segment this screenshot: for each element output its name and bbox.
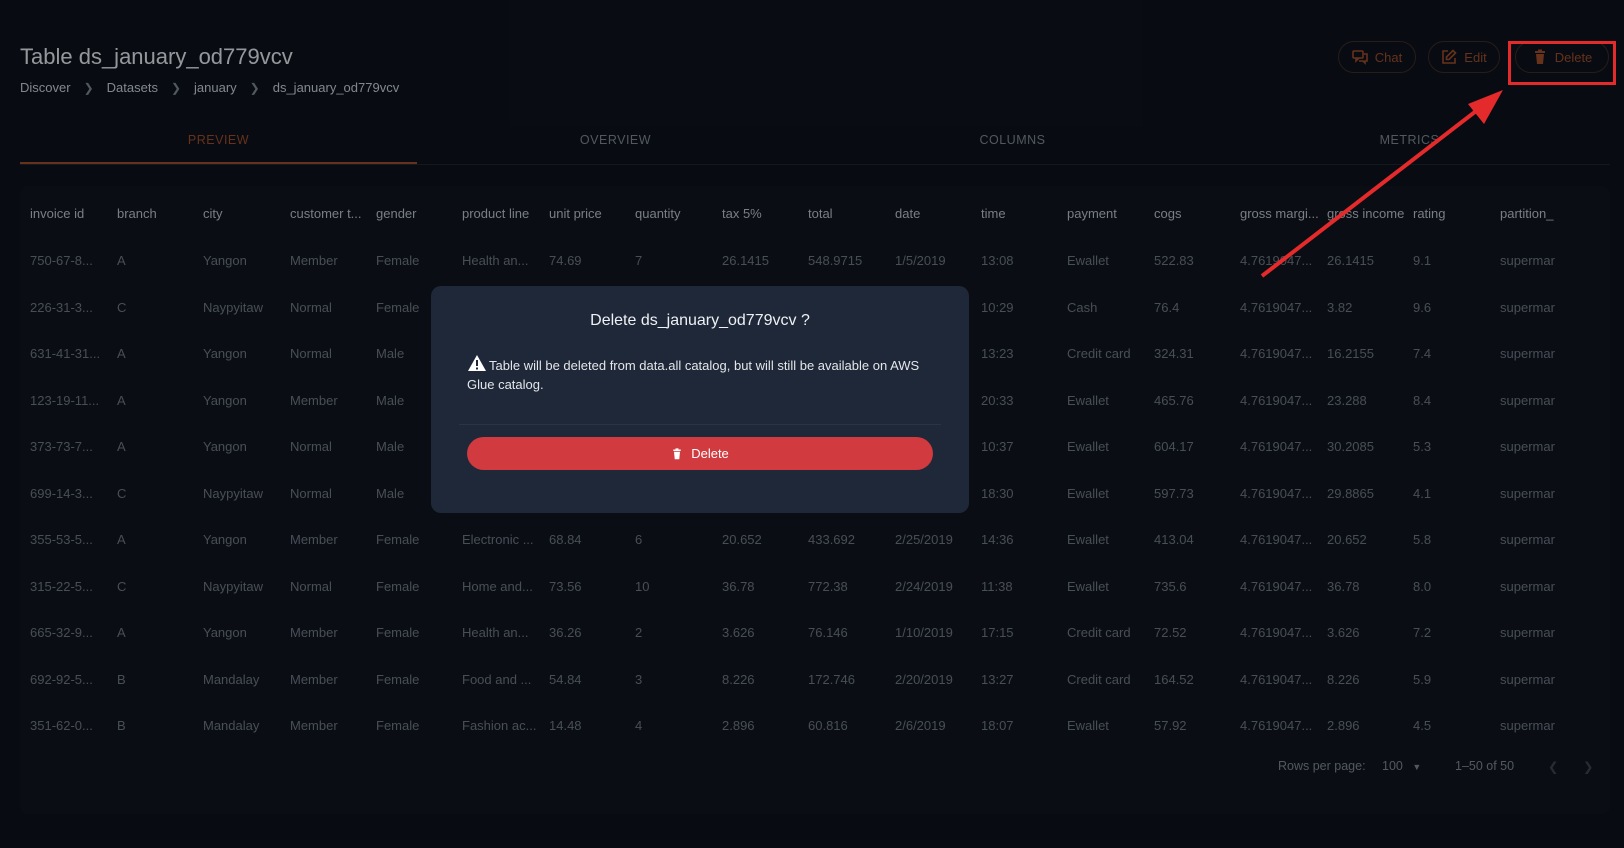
delete-dialog: Delete ds_january_od779vcv ? Table will … [431, 286, 969, 513]
dialog-message: Table will be deleted from data.all cata… [467, 358, 920, 392]
dialog-divider [459, 424, 941, 425]
dialog-message-wrap: Table will be deleted from data.all cata… [467, 354, 937, 394]
confirm-delete-button[interactable]: Delete [467, 437, 933, 470]
warning-icon [468, 355, 486, 371]
annotation-highlight-box [1508, 41, 1616, 85]
dialog-title: Delete ds_january_od779vcv ? [590, 312, 810, 329]
trash-icon [673, 447, 681, 459]
